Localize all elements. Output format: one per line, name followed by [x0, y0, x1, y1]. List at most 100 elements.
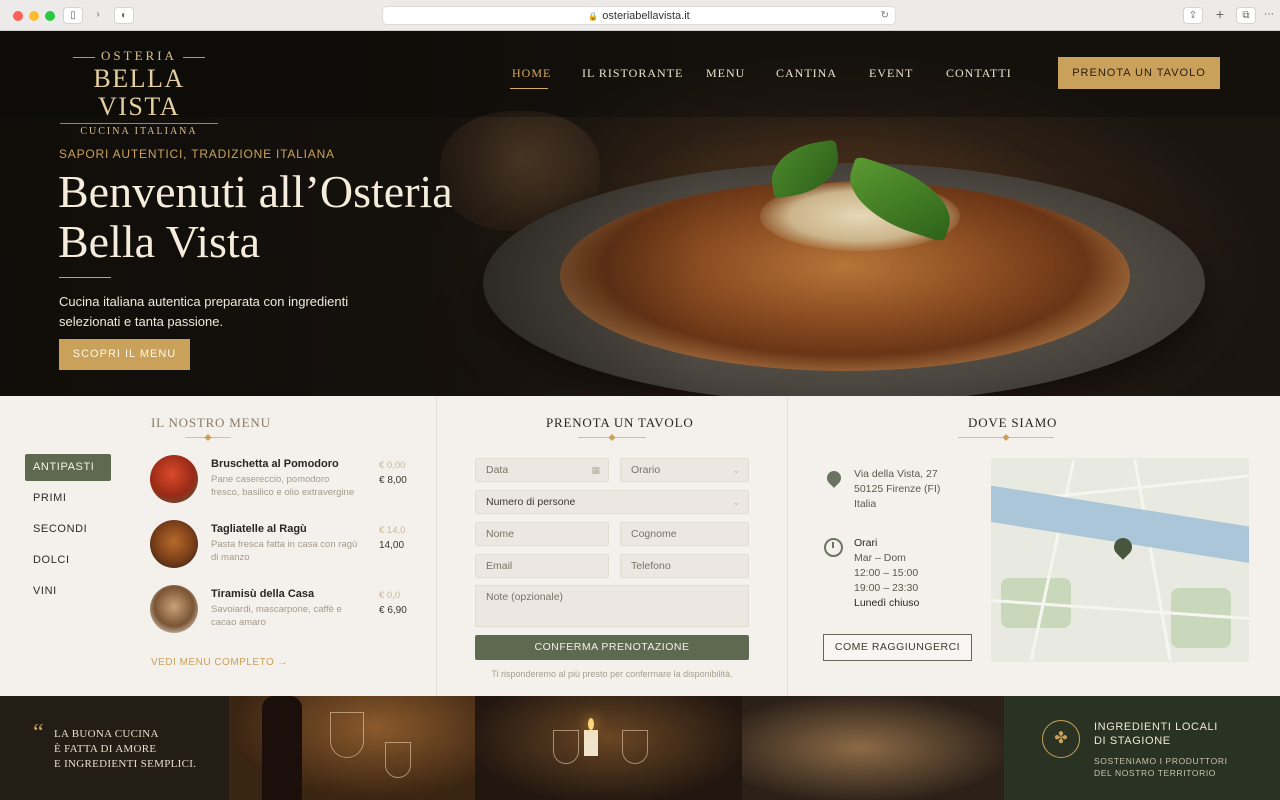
dish-price-faded: € 0,0	[379, 590, 401, 601]
calendar-icon: ▦	[591, 465, 600, 475]
url-text: osteriabellavista.it	[602, 10, 690, 22]
nav-menu[interactable]: MENU	[706, 66, 745, 81]
dish-description: Pane casereccio, pomodoro fresco, basili…	[211, 474, 355, 498]
flame-image	[588, 718, 594, 730]
hours-title: Orari	[854, 537, 878, 549]
nav-cantina[interactable]: CANTINA	[776, 66, 837, 81]
dish-name: Bruschetta al Pomodoro	[211, 458, 339, 470]
shield-privacy-icon[interactable]: ◐	[114, 7, 134, 24]
candle-image	[584, 730, 598, 756]
chevron-down-icon: ⌄	[732, 465, 740, 475]
hero-eyebrow: SAPORI AUTENTICI, TRADIZIONE ITALIANA	[59, 147, 335, 161]
close-window-icon[interactable]	[13, 11, 23, 21]
ornament	[958, 437, 1054, 438]
chevron-down-icon: ⌄	[732, 497, 740, 507]
category-secondi[interactable]: SECONDI	[25, 516, 111, 543]
hero-title: Benvenuti all’Osteria Bella Vista	[58, 166, 453, 267]
glass-image	[553, 730, 579, 764]
nav-contatti[interactable]: CONTATTI	[946, 66, 1012, 81]
bruschetta-image	[150, 455, 198, 503]
date-field[interactable]: Data ▦	[475, 458, 609, 482]
address-line: Italia	[854, 498, 877, 510]
ornament	[185, 437, 231, 438]
dish-name: Tiramisù della Casa	[211, 588, 315, 600]
dish-price-faded: € 14,0	[379, 525, 406, 536]
dish-price: € 6,90	[379, 605, 407, 616]
time-select[interactable]: Orario ⌄	[620, 458, 749, 482]
extensions-icon[interactable]: ⋯	[1262, 7, 1276, 24]
dish-item[interactable]: Tiramisù della Casa Savoiardi, mascarpon…	[150, 585, 410, 635]
share-icon[interactable]: ⇪	[1183, 7, 1203, 24]
location-section-title: DOVE SIAMO	[968, 415, 1058, 430]
confirm-booking-button[interactable]: CONFERMA PRENOTAZIONE	[475, 635, 749, 660]
booking-section-title: PRENOTA UN TAVOLO	[546, 415, 694, 430]
local-subtitle: SOSTENIAMO I PRODUTTORI DEL NOSTRO TERRI…	[1094, 756, 1228, 778]
category-primi[interactable]: PRIMI	[25, 485, 111, 512]
cheese-grating-photo	[742, 696, 1004, 800]
tagliatelle-image	[150, 520, 198, 568]
logo-line-1: OSTERIA	[60, 48, 218, 64]
wine-glass-image	[330, 712, 364, 758]
new-tab-icon[interactable]: +	[1210, 7, 1230, 24]
tab-overview-icon[interactable]: ⧉	[1236, 7, 1256, 24]
minimize-window-icon[interactable]	[29, 11, 39, 21]
dish-price: € 8,00	[379, 475, 407, 486]
logo-tagline: CUCINA ITALIANA	[60, 123, 218, 137]
last-name-field[interactable]: Cognome	[620, 522, 749, 546]
quote-text: LA BUONA CUCINA È FATTA DI AMORE E INGRE…	[54, 728, 197, 770]
category-vini[interactable]: VINI	[25, 578, 111, 605]
ornament	[578, 437, 646, 438]
nav-event[interactable]: EVENT	[869, 66, 913, 81]
divider	[59, 277, 111, 278]
email-field[interactable]: Email	[475, 554, 609, 578]
dish-item[interactable]: Tagliatelle al Ragù Pasta fresca fatta i…	[150, 520, 410, 570]
local-title: INGREDIENTI LOCALI DI STAGIONE	[1094, 721, 1218, 747]
nav-il-ristorante[interactable]: IL RISTORANTE	[582, 66, 683, 81]
notes-textarea[interactable]: Note (opzionale)	[475, 585, 749, 627]
maximize-window-icon[interactable]	[45, 11, 55, 21]
sidebar-toggle-icon[interactable]: ▯	[63, 7, 83, 24]
gallery-strip: “ LA BUONA CUCINA È FATTA DI AMORE E ING…	[0, 696, 1280, 800]
hours-line: 19:00 – 23:30	[854, 582, 919, 594]
info-section: IL NOSTRO MENU ANTIPASTI PRIMI SECONDI D…	[0, 396, 1280, 696]
forward-icon[interactable]: ›	[88, 7, 108, 24]
tiramisu-image	[150, 585, 198, 633]
party-size-select[interactable]: Numero di persone ⌄	[475, 490, 749, 514]
book-table-button[interactable]: PRENOTA UN TAVOLO	[1058, 57, 1220, 89]
glass-image	[622, 730, 648, 764]
location-pin-icon	[824, 468, 844, 488]
category-dolci[interactable]: DOLCI	[25, 547, 111, 574]
wine-bottle-image	[262, 696, 302, 800]
first-name-field[interactable]: Nome	[475, 522, 609, 546]
nav-active-indicator	[510, 88, 548, 89]
reload-icon[interactable]: ↻	[881, 7, 889, 25]
restaurant-logo[interactable]: OSTERIA BELLA VISTA CUCINA ITALIANA	[60, 48, 218, 137]
category-antipasti[interactable]: ANTIPASTI	[25, 454, 111, 481]
dish-description: Savoiardi, mascarpone, caffè e cacao ama…	[211, 604, 342, 628]
booking-note: Ti risponderemo al più presto per confer…	[491, 669, 733, 679]
menu-section-title: IL NOSTRO MENU	[151, 415, 271, 430]
dish-item[interactable]: Bruschetta al Pomodoro Pane casereccio, …	[150, 455, 410, 505]
dish-price-faded: € 0,00	[379, 460, 406, 471]
discover-menu-button[interactable]: SCOPRI IL MENU	[59, 339, 190, 370]
hours-line: Mar – Dom	[854, 552, 906, 564]
dish-price: 14,00	[379, 540, 405, 551]
dish-description: Pasta fresca fatta in casa con ragù di m…	[211, 539, 358, 563]
closed-day: Lunedì chiuso	[854, 597, 920, 609]
hours-line: 12:00 – 15:00	[854, 567, 919, 579]
wine-glass-image	[385, 742, 411, 778]
browser-toolbar: ▯ › ◐ 🔒 osteriabellavista.it ↻ ⇪ + ⧉ ⋯	[0, 0, 1280, 31]
wheat-icon: ✤	[1042, 720, 1080, 758]
clock-icon	[824, 538, 843, 557]
directions-button[interactable]: COME RAGGIUNGERCI	[823, 634, 972, 661]
logo-name: BELLA VISTA	[93, 64, 185, 121]
nav-home[interactable]: HOME	[512, 66, 551, 81]
full-menu-link[interactable]: VEDI MENU COMPLETO →	[151, 657, 288, 668]
address-line: Via della Vista, 27	[854, 468, 938, 480]
address-bar[interactable]: 🔒 osteriabellavista.it ↻	[382, 6, 896, 25]
dining-table-photo	[475, 696, 742, 800]
local-ingredients-block: ✤ INGREDIENTI LOCALI DI STAGIONE SOSTENI…	[1004, 696, 1280, 800]
map[interactable]	[991, 458, 1249, 662]
hero-description: Cucina italiana autentica preparata con …	[59, 294, 349, 329]
phone-field[interactable]: Telefono	[620, 554, 749, 578]
